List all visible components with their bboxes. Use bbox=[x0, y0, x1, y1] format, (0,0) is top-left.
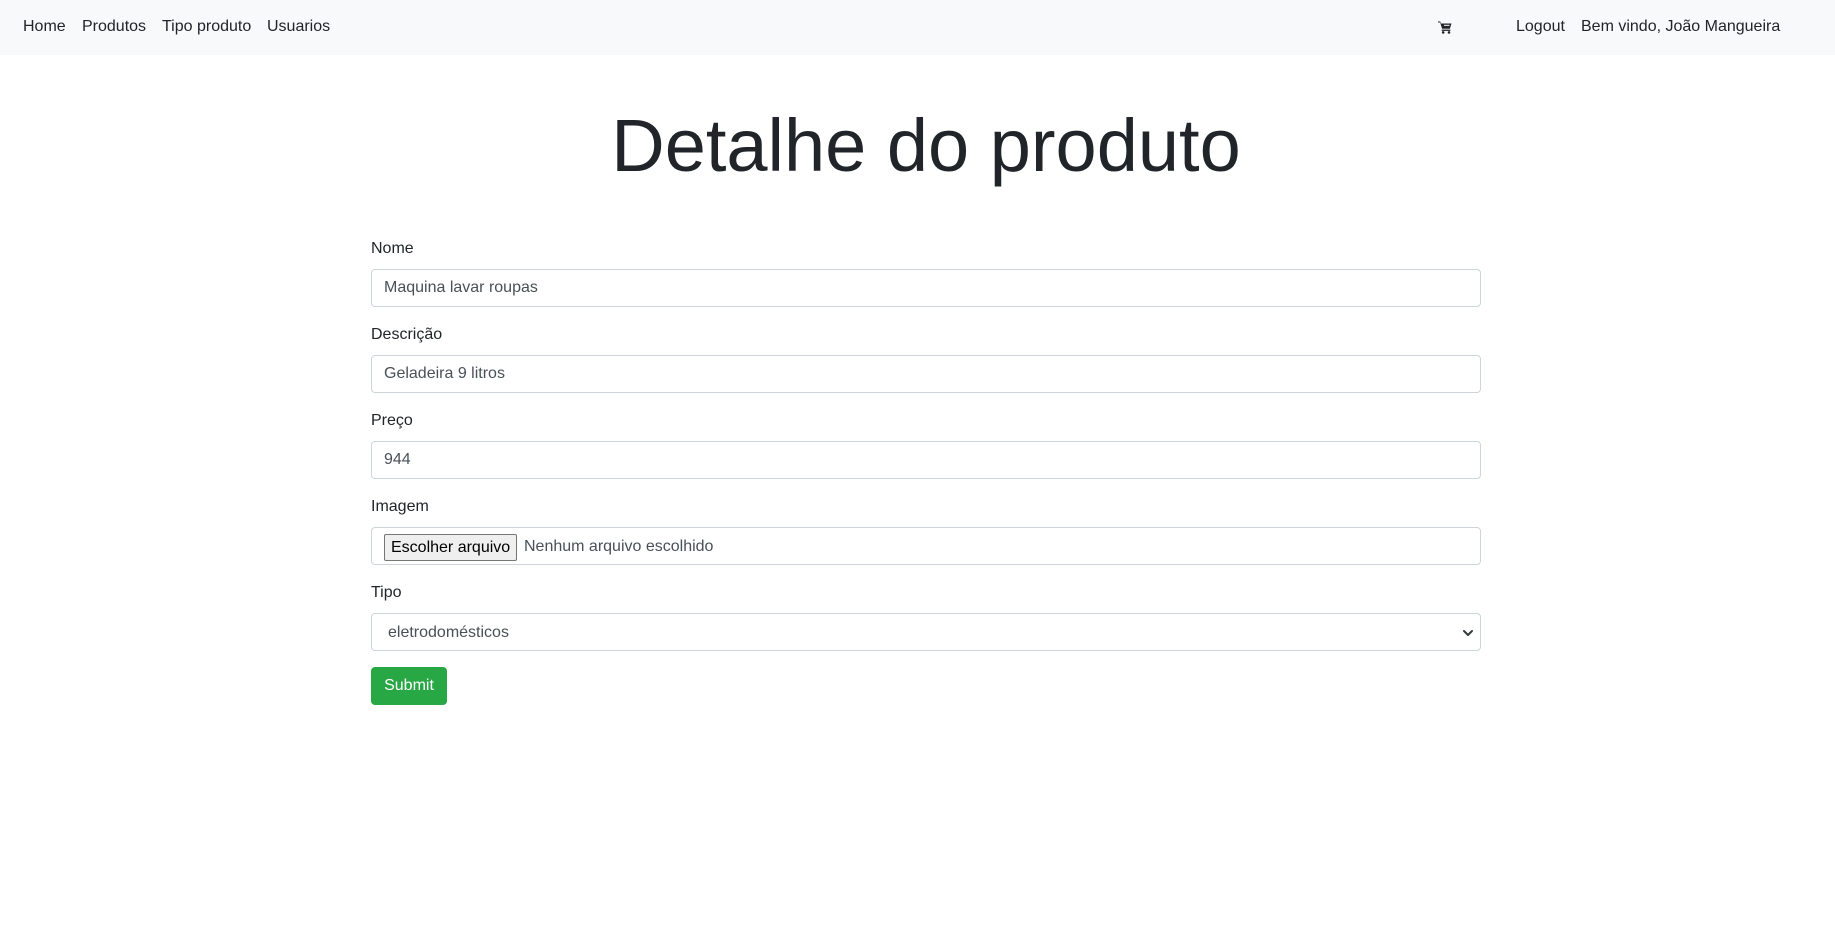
choose-file-button[interactable]: Escolher arquivo bbox=[384, 534, 518, 561]
welcome-text: Bem vindo, João Mangueira bbox=[1581, 18, 1781, 35]
navbar: Home Produtos Tipo produto Usuarios Logo… bbox=[0, 0, 1835, 55]
descricao-input[interactable] bbox=[371, 355, 1481, 393]
page-title: Detalhe do produto bbox=[611, 104, 1241, 187]
preco-label: Preço bbox=[371, 412, 413, 429]
tipo-label: Tipo bbox=[371, 584, 402, 601]
nome-label: Nome bbox=[371, 240, 414, 257]
tipo-selected-value: eletrodomésticos bbox=[388, 624, 509, 641]
imagem-file-input[interactable]: Escolher arquivo Nenhum arquivo escolhid… bbox=[371, 527, 1481, 565]
preco-input[interactable] bbox=[371, 441, 1481, 479]
chevron-down-icon bbox=[1463, 630, 1473, 636]
imagem-label: Imagem bbox=[371, 498, 429, 515]
logout-link[interactable]: Logout bbox=[1516, 17, 1565, 36]
submit-button[interactable]: Submit bbox=[371, 667, 447, 705]
nav-link-usuarios[interactable]: Usuarios bbox=[267, 17, 330, 36]
tipo-select[interactable]: eletrodomésticos bbox=[371, 613, 1481, 651]
file-status-text: Nenhum arquivo escolhido bbox=[524, 538, 714, 555]
nome-input[interactable] bbox=[371, 269, 1481, 307]
shopping-cart-icon[interactable] bbox=[1438, 19, 1454, 35]
nav-link-home[interactable]: Home bbox=[23, 17, 66, 36]
descricao-label: Descrição bbox=[371, 326, 443, 343]
nav-link-tipo-produto[interactable]: Tipo produto bbox=[162, 17, 251, 36]
nav-link-produtos[interactable]: Produtos bbox=[82, 17, 146, 36]
